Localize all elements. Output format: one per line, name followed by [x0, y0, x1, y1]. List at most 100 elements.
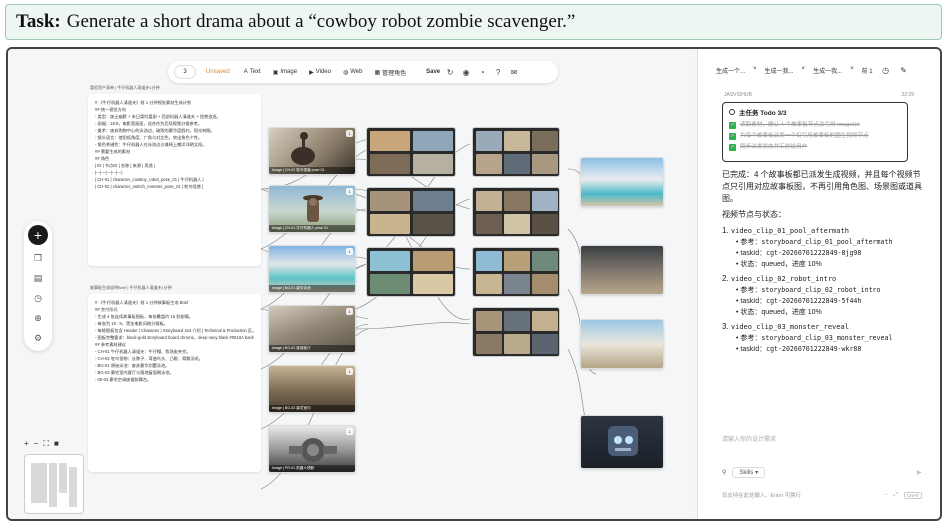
history-icon[interactable]: ◷	[31, 291, 45, 305]
doc-line: - 镜头语言：使用低角度、广角与对比色，突出角色个性。	[95, 135, 203, 140]
help-icon[interactable]: ?	[492, 66, 504, 78]
task-label: Task:	[16, 11, 61, 32]
count-pill[interactable]: 3	[174, 65, 196, 79]
doc-line: | CH-01 | character_cowboy_robot_pose_01…	[95, 177, 204, 182]
close-icon[interactable]: ×	[802, 66, 806, 75]
chat-mode-badge[interactable]: CHAT	[903, 491, 922, 499]
chat-hint-row: 仅支持在此处输入，Enter 可换行 − ⤢ CHAT	[722, 491, 922, 499]
agent-header: JASVISHUB 22:29	[724, 92, 914, 98]
skills-dropdown[interactable]: Skills ▾	[732, 466, 766, 478]
storyboard-node-5[interactable]	[472, 187, 560, 237]
image-caption: Image | BG-03 豪宅室内	[269, 405, 355, 412]
storyboard-node-1[interactable]	[366, 127, 456, 177]
doc-line: # 《牛仔机器人清道夫》前 1 分钟故事板生成 Brief	[95, 300, 189, 305]
image-node-mansion-interior[interactable]: 1 Image | BG-03 豪宅室内	[268, 365, 356, 413]
add-video-button[interactable]: ▶ Video	[305, 67, 335, 78]
chat-bubble-icon[interactable]: ✉	[508, 66, 520, 78]
history-icon[interactable]: ◔	[476, 66, 488, 78]
asset-plan-card[interactable]: # 《牛仔机器人清道夫》前 1 分钟视觉素材生成计划 ## 统一视觉方向 - 类…	[88, 94, 261, 266]
image-badge: 1	[346, 308, 353, 315]
storyboard-node-6[interactable]	[472, 247, 560, 297]
storyboard-node-4[interactable]	[472, 127, 560, 177]
agent-name: JASVISHUB	[724, 92, 752, 98]
todo-title: 主任务 Todo 3/3	[729, 107, 901, 117]
minimap[interactable]	[24, 454, 84, 514]
image-caption: Image | CH-02 鸵鸟怪兽 pose 01	[269, 167, 355, 174]
history-icon[interactable]: ◷	[881, 65, 891, 75]
attach-icon[interactable]: ⚲	[722, 469, 726, 476]
image-caption: Image | BG-01 豪华泳池	[269, 285, 355, 292]
image-node-pool[interactable]: 1 Image | BG-01 豪华泳池	[268, 245, 356, 293]
add-node-button[interactable]: +	[28, 225, 48, 245]
wire	[355, 322, 471, 330]
add-image-button[interactable]: ▣ Image	[269, 67, 301, 78]
zoom-out-button[interactable]: −	[34, 439, 39, 449]
manage-roles-button[interactable]: ▦ 管理角色	[370, 66, 410, 79]
close-icon[interactable]: ×	[850, 66, 854, 75]
chat-input[interactable]: 请输入你的设计需求	[722, 434, 922, 443]
check-icon: ✓	[729, 122, 736, 129]
clip-title: video_clip_01_pool_aftermath	[730, 227, 849, 235]
image-node-robot-wreck[interactable]: 1 Image | PR-01 机器人残骸	[268, 425, 356, 473]
close-icon[interactable]: ×	[753, 66, 757, 75]
lock-icon[interactable]: ■	[54, 439, 59, 449]
video-node-robot-closeup[interactable]	[580, 415, 664, 469]
doc-line: - 角色关键性：牛仔机器人在泳池边沙滩椅上懒洋洋晒太阳。	[95, 142, 207, 147]
save-button[interactable]: Save	[426, 69, 440, 75]
video-node-pool-aftermath[interactable]	[580, 157, 664, 207]
add-web-button[interactable]: ◍ Web	[339, 67, 366, 78]
zoom-in-button[interactable]: +	[24, 439, 29, 449]
section-title: 视频节点与状态：	[722, 210, 786, 219]
video-node-monster-reveal[interactable]	[580, 319, 664, 369]
check-icon: ✓	[729, 133, 736, 140]
unsaved-indicator: Unsaved	[206, 69, 230, 75]
zoom-controls: + − ⛶ ■	[24, 439, 59, 449]
check-icon: ✓	[729, 144, 736, 151]
storyboard-node-3[interactable]	[366, 247, 456, 297]
doc-card-label: 故事板生成说明Brief | 牛仔机器人清道夫1分钟	[90, 285, 172, 290]
layers-icon[interactable]: ❐	[31, 251, 45, 265]
fit-view-button[interactable]: ⛶	[43, 439, 49, 449]
doc-line: ## 交付形式	[95, 307, 118, 312]
doc-line: - 00-03 豪宅空调废墟前舞台。	[95, 377, 152, 382]
video-icon: ▶	[309, 69, 314, 76]
image-node-ostrich-monster[interactable]: 1 Image | CH-02 鸵鸟怪兽 pose 01	[268, 127, 356, 175]
doc-line: | CH-02 | character_ostrich_monster_pose…	[95, 184, 204, 189]
doc-line: ## 角色	[95, 156, 110, 161]
clip-title: video_clip_03_monster_reveal	[730, 323, 849, 331]
camera-icon[interactable]: ◉	[460, 66, 472, 78]
doc-line: - 美术：废弃购物中心的泳池边，破败的豪华度假村，阳光刺眼。	[95, 128, 215, 133]
chat-tab-active[interactable]: 前 1	[862, 66, 873, 75]
task-text: Generate a short drama about a “cowboy r…	[66, 11, 576, 32]
image-node-cowboy-robot[interactable]: 1 Image | CH-01 牛仔机器人 pose 01	[268, 185, 356, 233]
robot-face-illustration	[608, 426, 638, 456]
chat-tab[interactable]: 生成一我... ×	[765, 66, 806, 75]
minus-icon[interactable]: −	[884, 492, 887, 498]
storyboard-node-7[interactable]	[472, 307, 560, 357]
task-banner: Task: Generate a short drama about a “co…	[5, 4, 942, 40]
chat-tab[interactable]: 生成一个... ×	[716, 66, 757, 75]
left-rail: + ❐ ▤ ◷ ⊕ ⚙	[24, 221, 52, 351]
clip-ref: storyboard_clip_03_monster_reveal	[761, 334, 893, 342]
todo-item: ✓ 为每个故事板派发一个仅引用故事板的图生视频节点	[729, 133, 869, 140]
video-node-robot-intro[interactable]	[580, 245, 664, 295]
todo-item: ✓ 读取素材，确认 4 个故事板节点及引用 imageUrl	[729, 122, 860, 129]
clip-task-id: cgt-20260701222849-5f44h	[766, 297, 862, 305]
image-badge: 1	[346, 188, 353, 195]
todo-dot-icon	[729, 109, 735, 115]
storyboard-node-2[interactable]	[366, 187, 456, 237]
add-text-button[interactable]: A Text	[240, 67, 265, 77]
expand-icon[interactable]: ⤢	[894, 492, 898, 499]
chat-panel: 生成一个... × 生成一我... × 生成一我... × 前 1 ◷ ✎ JASVI…	[697, 49, 940, 519]
assets-icon[interactable]: ⊕	[31, 311, 45, 325]
chat-tab[interactable]: 生成一我... ×	[813, 66, 854, 75]
settings-icon[interactable]: ⚙	[31, 331, 45, 345]
doc-line: - 每格图板包含 Header | Character | Storyboard…	[95, 328, 254, 333]
canvas[interactable]: 3 Unsaved A Text ▣ Image ▶ Video ◍ Web ▦ 管理角色…	[8, 49, 693, 519]
refresh-icon[interactable]: ↻	[444, 66, 456, 78]
film-icon[interactable]: ▤	[31, 271, 45, 285]
send-icon[interactable]: ➤	[915, 468, 922, 477]
image-node-ruined-room[interactable]: 1 Image | BG-02 废墟客厅	[268, 305, 356, 353]
new-chat-icon[interactable]: ✎	[899, 65, 909, 75]
storyboard-brief-card[interactable]: # 《牛仔机器人清道夫》前 1 分钟故事板生成 Brief ## 交付形式 - …	[88, 294, 261, 472]
